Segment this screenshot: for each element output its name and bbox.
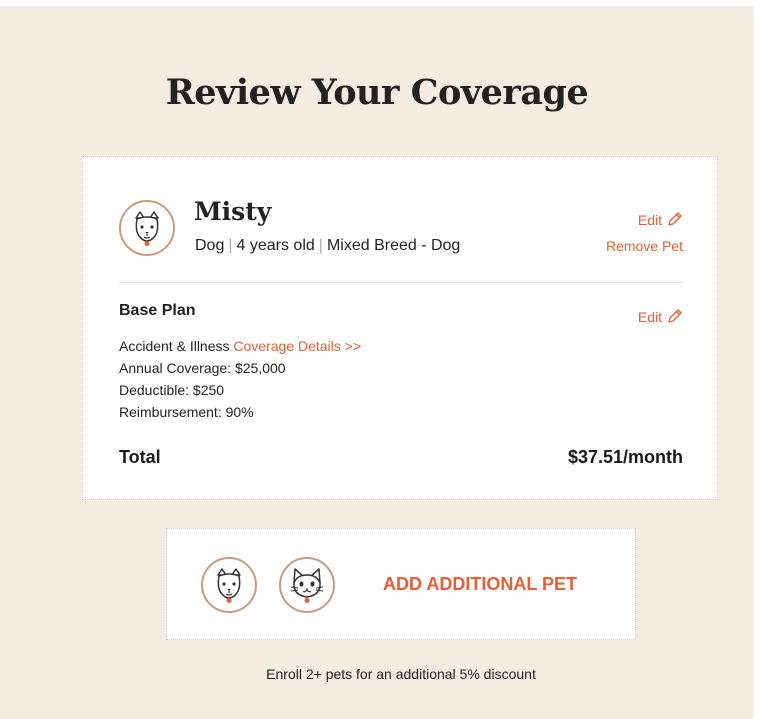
pencil-icon	[668, 309, 682, 323]
add-additional-pet-button[interactable]: ADD ADDITIONAL PET	[166, 528, 636, 640]
divider	[119, 282, 683, 283]
dog-avatar	[201, 557, 257, 613]
deductible: Deductible: $250	[119, 382, 225, 398]
remove-pet-link[interactable]: Remove Pet	[606, 238, 683, 254]
edit-pet-button[interactable]: Edit	[638, 211, 683, 228]
cat-face-icon	[290, 568, 324, 603]
separator: |	[228, 237, 233, 254]
annual-coverage: Annual Coverage: $25,000	[119, 360, 286, 376]
multi-pet-discount-note: Enroll 2+ pets for an additional 5% disc…	[266, 666, 536, 682]
pet-age: 4 years old	[236, 237, 315, 254]
plan-type: Accident & Illness	[119, 338, 230, 354]
separator: |	[318, 237, 323, 254]
cat-avatar	[279, 557, 335, 613]
coverage-page: Review Your Coverage Misty Dog | 4 years o…	[0, 6, 754, 719]
pencil-icon	[668, 212, 682, 226]
pet-coverage-card: Misty Dog | 4 years old | Mixed Breed - Dog …	[82, 156, 718, 500]
coverage-details-link[interactable]: Coverage Details >>	[233, 338, 361, 354]
edit-pet-label: Edit	[637, 211, 662, 228]
add-additional-pet-label: ADD ADDITIONAL PET	[383, 574, 578, 594]
pet-avatar	[119, 200, 175, 256]
reimbursement: Reimbursement: 90%	[119, 404, 254, 420]
dog-face-icon	[135, 211, 159, 246]
edit-plan-label: Edit	[637, 308, 662, 325]
total-label: Total	[119, 447, 161, 467]
pet-breed: Mixed Breed - Dog	[326, 237, 461, 254]
pet-name: Misty	[194, 197, 272, 226]
base-plan-title: Base Plan	[119, 302, 196, 319]
pet-species: Dog	[195, 237, 225, 254]
pet-details: Dog | 4 years old | Mixed Breed - Dog	[195, 237, 460, 255]
page-title: Review Your Coverage	[165, 72, 589, 113]
total-value: $37.51/month	[567, 447, 683, 467]
edit-plan-button[interactable]: Edit	[638, 308, 683, 325]
dog-face-icon	[217, 568, 241, 603]
plan-type-line: Accident & Illness Coverage Details >>	[119, 338, 361, 354]
